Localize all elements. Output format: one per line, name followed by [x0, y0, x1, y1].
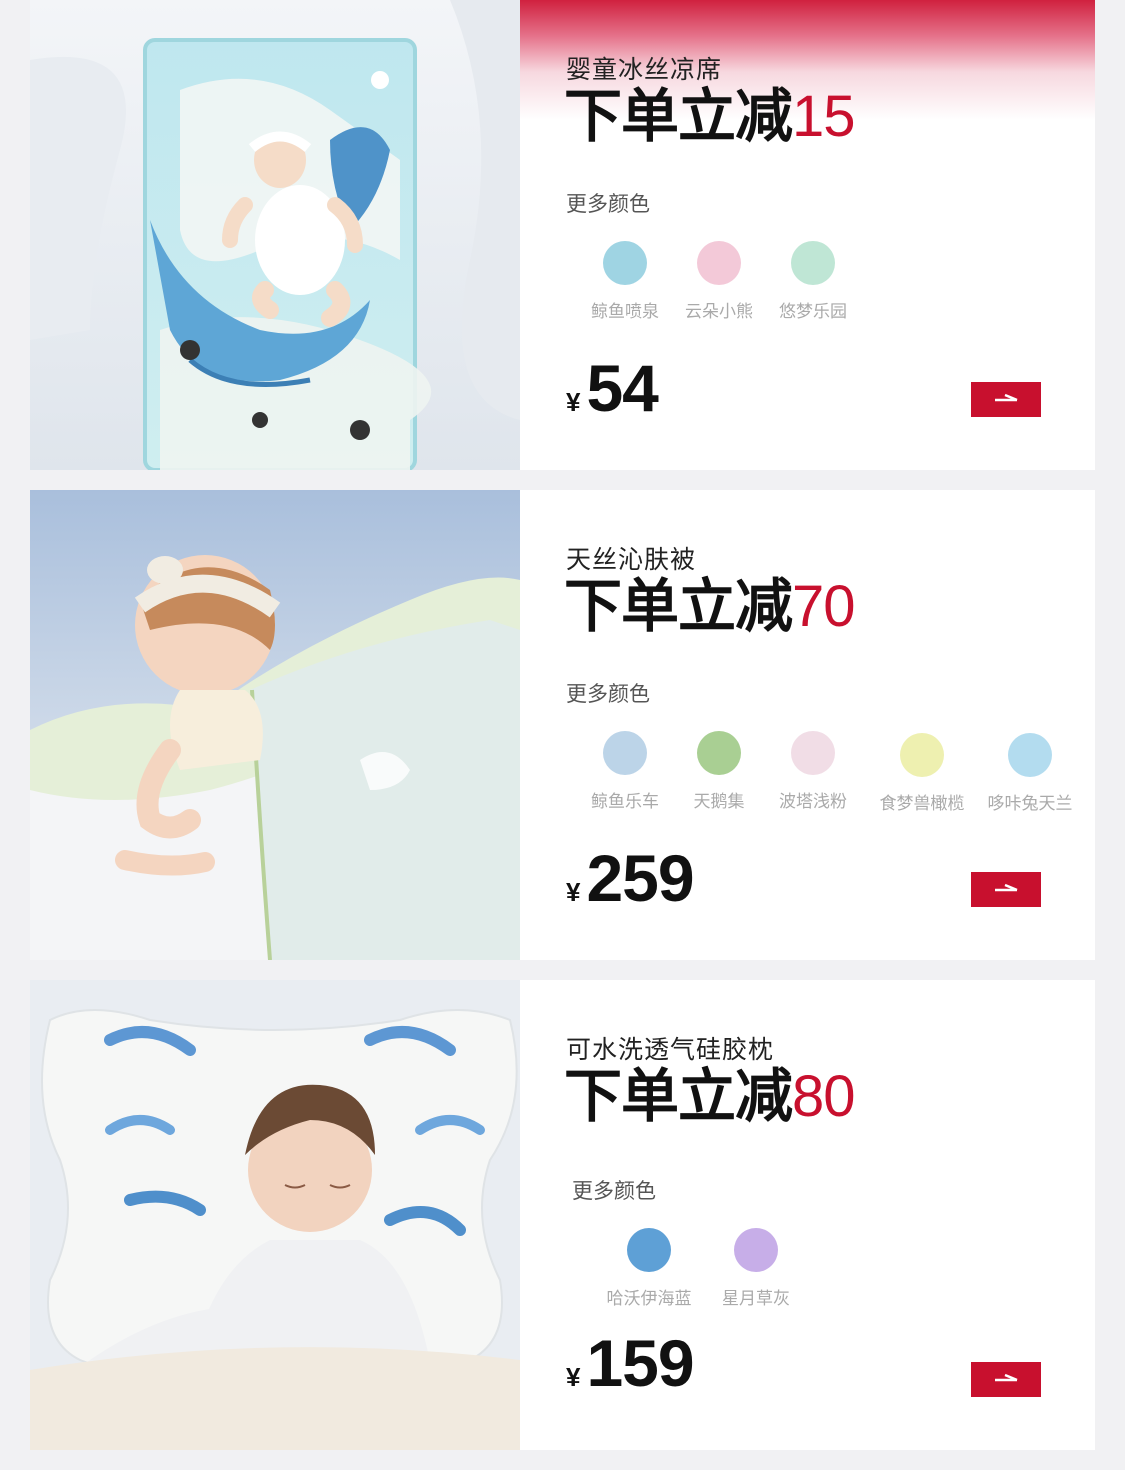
currency-symbol: ¥: [566, 877, 581, 907]
discount-amount: 80: [792, 1064, 856, 1129]
product-card-cooling-mat[interactable]: 婴童冰丝凉席 下单立减15 更多颜色 鲸鱼喷泉 云朵小熊 悠梦乐园 ¥54: [30, 0, 1095, 470]
color-option-label: 星月草灰: [722, 1289, 790, 1309]
color-option-2[interactable]: 云朵小熊: [674, 241, 764, 322]
currency-symbol: ¥: [566, 387, 581, 417]
color-option-label: 哆咔兔天兰: [987, 794, 1073, 814]
discount-banner: 下单立减70: [564, 574, 856, 639]
product-card-silicone-pillow[interactable]: 可水洗透气硅胶枕 下单立减80 更多颜色 哈沃伊海蓝 星月草灰 ¥159: [30, 980, 1095, 1450]
color-option-3[interactable]: 波塔浅粉: [768, 731, 858, 812]
color-swatch[interactable]: [603, 241, 647, 285]
color-option-label: 天鹅集: [693, 792, 745, 812]
arrow-icon: [995, 1373, 1018, 1382]
price-value: 259: [586, 841, 694, 915]
more-colors-label: 更多颜色: [572, 1179, 656, 1203]
product-info-silicone-pillow: 可水洗透气硅胶枕 下单立减80 更多颜色 哈沃伊海蓝 星月草灰 ¥159: [520, 980, 1095, 1450]
price: ¥54: [566, 350, 659, 426]
discount-amount: 70: [792, 574, 856, 639]
price: ¥159: [566, 1325, 695, 1401]
buy-button[interactable]: [971, 382, 1041, 417]
currency-symbol: ¥: [566, 1362, 581, 1392]
color-swatch[interactable]: [697, 241, 741, 285]
color-swatch[interactable]: [603, 731, 647, 775]
product-info-cooling-mat: 婴童冰丝凉席 下单立减15 更多颜色 鲸鱼喷泉 云朵小熊 悠梦乐园 ¥54: [520, 0, 1095, 470]
color-option-label: 悠梦乐园: [779, 302, 847, 322]
color-swatch[interactable]: [791, 241, 835, 285]
color-swatch[interactable]: [697, 731, 741, 775]
discount-prefix: 下单立减: [564, 1064, 793, 1129]
discount-banner: 下单立减80: [564, 1064, 856, 1129]
color-option-label: 食梦兽橄榄: [879, 794, 965, 814]
buy-button[interactable]: [971, 872, 1041, 907]
color-swatch[interactable]: [627, 1228, 671, 1272]
product-name: 天丝沁肤被: [566, 545, 697, 574]
product-name: 可水洗透气硅胶枕: [566, 1035, 775, 1064]
color-swatch[interactable]: [791, 731, 835, 775]
color-option-1[interactable]: 鲸鱼喷泉: [580, 241, 670, 322]
color-option-4[interactable]: 食梦兽橄榄: [877, 733, 967, 814]
more-colors-label: 更多颜色: [566, 682, 650, 706]
color-option-5[interactable]: 哆咔兔天兰: [985, 733, 1075, 814]
color-option-label: 鲸鱼喷泉: [591, 302, 659, 322]
color-option-3[interactable]: 悠梦乐园: [768, 241, 858, 322]
price-value: 54: [586, 351, 658, 425]
discount-prefix: 下单立减: [564, 84, 793, 149]
product-card-tencel-blanket[interactable]: 天丝沁肤被 下单立减70 更多颜色 鲸鱼乐车 天鹅集 波塔浅粉 食梦兽橄榄 哆咔…: [30, 490, 1095, 960]
color-option-label: 波塔浅粉: [779, 792, 847, 812]
color-option-2[interactable]: 星月草灰: [711, 1228, 801, 1309]
color-option-2[interactable]: 天鹅集: [674, 731, 764, 812]
product-info-tencel-blanket: 天丝沁肤被 下单立减70 更多颜色 鲸鱼乐车 天鹅集 波塔浅粉 食梦兽橄榄 哆咔…: [520, 490, 1095, 960]
color-option-1[interactable]: 哈沃伊海蓝: [604, 1228, 694, 1309]
discount-banner: 下单立减15: [564, 84, 856, 149]
color-swatch[interactable]: [1008, 733, 1052, 777]
product-name: 婴童冰丝凉席: [566, 55, 723, 84]
product-image-tencel-blanket[interactable]: [30, 490, 520, 960]
color-option-label: 云朵小熊: [685, 302, 753, 322]
color-swatch[interactable]: [900, 733, 944, 777]
color-option-label: 鲸鱼乐车: [591, 792, 659, 812]
product-image-silicone-pillow[interactable]: [30, 980, 520, 1450]
price-value: 159: [586, 1326, 694, 1400]
color-swatch[interactable]: [734, 1228, 778, 1272]
discount-prefix: 下单立减: [564, 574, 793, 639]
more-colors-label: 更多颜色: [566, 192, 650, 216]
color-option-label: 哈沃伊海蓝: [606, 1289, 692, 1309]
discount-amount: 15: [792, 84, 856, 149]
color-option-1[interactable]: 鲸鱼乐车: [580, 731, 670, 812]
arrow-icon: [995, 393, 1018, 402]
arrow-icon: [995, 883, 1018, 892]
price: ¥259: [566, 840, 695, 916]
product-image-cooling-mat[interactable]: [30, 0, 520, 470]
buy-button[interactable]: [971, 1362, 1041, 1397]
